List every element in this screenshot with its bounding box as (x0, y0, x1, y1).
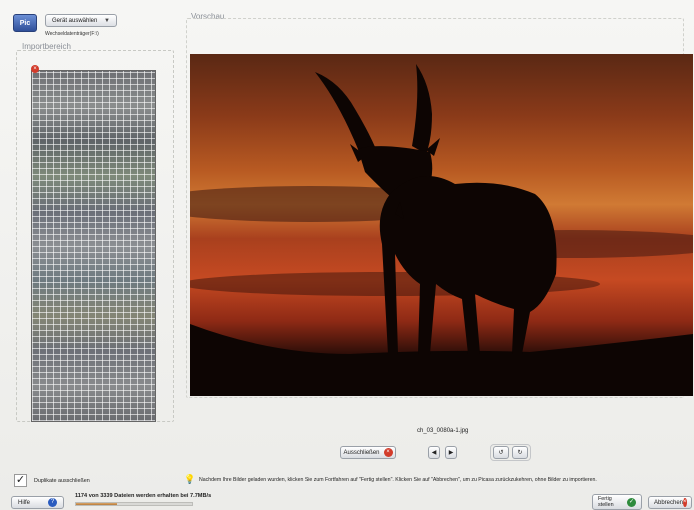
close-icon: × (383, 448, 393, 457)
check-icon: ✓ (627, 497, 636, 507)
rotate-right-icon: ↻ (517, 450, 523, 456)
exclude-button[interactable]: Ausschließen × (340, 446, 396, 459)
preview-filename: ch_03_0080a-1.jpg (417, 428, 469, 434)
previous-image-button[interactable]: ◀ (428, 446, 440, 459)
rotate-left-button[interactable]: ↺ (493, 446, 509, 459)
duplicates-label: Duplikate ausschließen (34, 478, 90, 484)
thumbnail-grid[interactable] (31, 70, 156, 422)
finish-label-line2: stellen (598, 502, 614, 508)
app-logo: Pic (13, 14, 37, 32)
help-button[interactable]: Hilfe ? (11, 496, 64, 509)
rotate-left-icon: ↺ (498, 450, 504, 456)
cancel-icon: × (683, 498, 687, 507)
cancel-button[interactable]: Abbrechen × (648, 496, 692, 509)
drive-label: Wechseldatenträger(F:\) (45, 31, 99, 37)
progress-fill (76, 503, 117, 505)
progress-status: 1174 von 3339 Dateien werden erhalten be… (75, 493, 212, 499)
help-icon: ? (48, 498, 57, 507)
reject-icon[interactable]: × (31, 65, 39, 73)
chevron-right-icon: ▶ (448, 450, 454, 456)
preview-image (190, 54, 693, 396)
cancel-button-label: Abbrechen (654, 499, 684, 506)
finish-button-label: Fertig stellen (598, 496, 614, 508)
chevron-down-icon: ▼ (104, 17, 110, 24)
finish-button[interactable]: Fertig stellen ✓ (592, 494, 642, 510)
hint-text: Nachdem Ihre Bilder geladen wurden, klic… (199, 477, 597, 483)
progress-bar (75, 502, 193, 506)
rotate-right-button[interactable]: ↻ (512, 446, 528, 459)
exclude-button-label: Ausschließen (343, 449, 380, 456)
help-button-label: Hilfe (18, 499, 31, 506)
ibex-silhouette (190, 64, 693, 396)
device-select[interactable]: Gerät auswählen ▼ (45, 14, 117, 27)
lightbulb-icon: 💡 (184, 474, 196, 484)
device-select-label: Gerät auswählen (52, 17, 98, 24)
picasa-import-window: Pic Gerät auswählen ▼ Wechseldatenträger… (0, 0, 694, 510)
duplicates-checkbox[interactable]: ✓ (14, 474, 27, 487)
chevron-left-icon: ◀ (431, 450, 437, 456)
next-image-button[interactable]: ▶ (445, 446, 457, 459)
